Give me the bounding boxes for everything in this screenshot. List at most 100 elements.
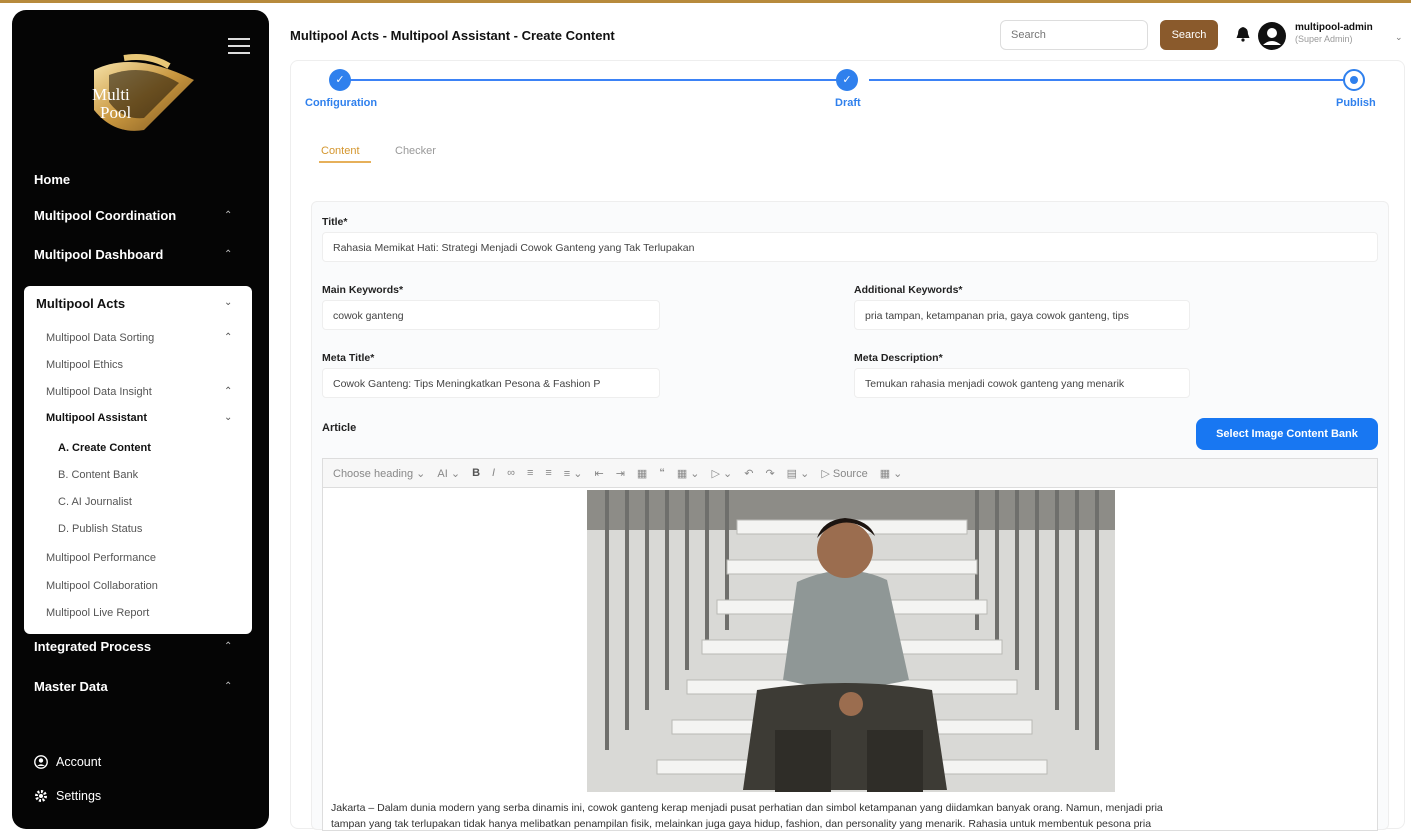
top-accent-line [0, 0, 1411, 3]
indent-icon[interactable]: ⇥ [616, 467, 625, 480]
main-keywords-label: Main Keywords* [322, 284, 404, 296]
nav-home[interactable]: Home [34, 172, 70, 187]
tab-content[interactable]: Content [321, 145, 360, 157]
heading-select-label: Choose heading [333, 467, 414, 480]
link-icon[interactable]: ∞ [507, 467, 515, 479]
meta-description-label: Meta Description* [854, 352, 943, 364]
content-form: Title* Rahasia Memikat Hati: Strategi Me… [311, 201, 1389, 831]
nav-integrated-process[interactable]: Integrated Process [34, 639, 151, 654]
user-role: (Super Admin) [1295, 34, 1353, 44]
main-keywords-field[interactable]: cowok ganteng [322, 300, 660, 330]
table-icon[interactable]: ▦ ⌄ [677, 467, 700, 480]
search-input[interactable] [1000, 20, 1148, 50]
chevron-down-icon[interactable]: ⌄ [224, 412, 232, 423]
article-label: Article [322, 422, 357, 434]
article-body[interactable]: Jakarta – Dalam dunia modern yang serba … [331, 800, 1351, 832]
sidebar-item-ai-journalist[interactable]: C. AI Journalist [58, 496, 132, 508]
account-icon [34, 755, 48, 769]
svg-text:Pool: Pool [100, 103, 131, 122]
chevron-up-icon[interactable]: ⌃ [224, 681, 232, 692]
page-title: Multipool Acts - Multipool Assistant - C… [290, 28, 615, 43]
nav-multipool-coordination[interactable]: Multipool Coordination [34, 208, 176, 223]
hamburger-menu-icon[interactable] [228, 38, 250, 54]
sidebar-item-create-content[interactable]: A. Create Content [58, 442, 151, 454]
sidebar-item-performance[interactable]: Multipool Performance [46, 552, 156, 564]
sidebar-item-data-insight[interactable]: Multipool Data Insight [46, 386, 152, 398]
user-name[interactable]: multipool-admin [1295, 22, 1373, 33]
submenu-multipool-acts: Multipool Acts ⌄ Multipool Data Sorting … [24, 286, 252, 634]
bulleted-list-icon[interactable]: ≡ [527, 467, 533, 479]
article-photo[interactable] [587, 490, 1115, 792]
step-publish-indicator[interactable] [1343, 69, 1365, 91]
meta-title-field[interactable]: Cowok Ganteng: Tips Meningkatkan Pesona … [322, 368, 660, 398]
step-label-publish[interactable]: Publish [1336, 97, 1376, 109]
nav-master-data[interactable]: Master Data [34, 679, 108, 694]
italic-icon[interactable]: I [492, 467, 495, 479]
chevron-down-icon[interactable]: ⌄ [1395, 32, 1403, 43]
sidebar-item-collaboration[interactable]: Multipool Collaboration [46, 580, 158, 592]
numbered-list-icon[interactable]: ≡ [545, 467, 551, 479]
nav-multipool-dashboard[interactable]: Multipool Dashboard [34, 247, 163, 262]
heading-select[interactable]: Choose heading ⌄ [333, 467, 425, 480]
nav-multipool-acts[interactable]: Multipool Acts [36, 296, 125, 311]
title-field[interactable]: Rahasia Memikat Hati: Strategi Menjadi C… [322, 232, 1378, 262]
settings-link[interactable]: Settings [34, 789, 101, 803]
avatar[interactable] [1258, 22, 1286, 50]
select-image-content-bank-button[interactable]: Select Image Content Bank [1196, 418, 1378, 450]
chevron-up-icon[interactable]: ⌃ [224, 249, 232, 260]
align-icon[interactable]: ≡ ⌄ [564, 467, 583, 480]
stepper-line [869, 79, 1345, 81]
step-label-draft[interactable]: Draft [835, 97, 861, 109]
article-editor[interactable]: Jakarta – Dalam dunia modern yang serba … [322, 488, 1378, 831]
source-button[interactable]: ▷ Source [821, 467, 867, 480]
sidebar-item-ethics[interactable]: Multipool Ethics [46, 359, 123, 371]
article-paragraph-line: tampan yang tak terlupakan tidak hanya m… [331, 818, 1152, 830]
user-icon [1263, 28, 1281, 45]
title-label: Title* [322, 216, 348, 228]
additional-keywords-field[interactable]: pria tampan, ketampanan pria, gaya cowok… [854, 300, 1190, 330]
account-label: Account [56, 755, 102, 769]
account-link[interactable]: Account [34, 755, 101, 769]
sidebar-item-assistant[interactable]: Multipool Assistant [46, 412, 147, 424]
sidebar-item-live-report[interactable]: Multipool Live Report [46, 607, 149, 619]
font-size-icon[interactable]: AI ⌄ [437, 467, 460, 480]
stepper-line [339, 79, 853, 81]
sidebar: Multi Pool Home Multipool Coordination ⌃… [12, 10, 269, 829]
chevron-up-icon[interactable]: ⌃ [224, 641, 232, 652]
blockquote-icon[interactable]: “ [659, 467, 665, 479]
sidebar-item-content-bank[interactable]: B. Content Bank [58, 469, 138, 481]
multipool-logo: Multi Pool [92, 54, 194, 131]
sidebar-item-data-sorting[interactable]: Multipool Data Sorting [46, 332, 154, 344]
step-draft-check-icon[interactable]: ✓ [836, 69, 858, 91]
step-label-configuration[interactable]: Configuration [305, 97, 377, 109]
undo-icon[interactable]: ↶ [744, 467, 753, 480]
chevron-down-icon[interactable]: ⌄ [224, 297, 232, 308]
tab-checker[interactable]: Checker [395, 145, 436, 157]
html-embed-icon[interactable]: ▤ ⌄ [787, 467, 810, 480]
media-embed-icon[interactable]: ▷ ⌄ [712, 467, 733, 480]
step-configuration-check-icon[interactable]: ✓ [329, 69, 351, 91]
meta-title-label: Meta Title* [322, 352, 375, 364]
redo-icon[interactable]: ↷ [765, 467, 774, 480]
main-card: ✓ ✓ Configuration Draft Publish Content … [290, 60, 1405, 831]
search-button[interactable]: Search [1160, 20, 1218, 50]
bold-icon[interactable]: B [472, 467, 480, 479]
editor-toolbar: Choose heading ⌄ AI ⌄ B I ∞ ≡ ≡ ≡ ⌄ ⇤ ⇥ … [322, 458, 1378, 488]
insert-image-dropdown-icon[interactable]: ▦ ⌄ [880, 467, 903, 480]
bell-icon[interactable] [1235, 26, 1251, 42]
logo-wordmark: Multi [92, 85, 130, 104]
meta-description-field[interactable]: Temukan rahasia menjadi cowok ganteng ya… [854, 368, 1190, 398]
insert-image-icon[interactable]: ▦ [637, 467, 647, 480]
article-paragraph-line: Jakarta – Dalam dunia modern yang serba … [331, 802, 1163, 814]
gear-icon [35, 790, 47, 802]
outdent-icon[interactable]: ⇤ [594, 467, 603, 480]
top-header: Multipool Acts - Multipool Assistant - C… [275, 8, 1411, 60]
source-label: Source [832, 467, 868, 480]
settings-label: Settings [56, 789, 102, 803]
additional-keywords-label: Additional Keywords* [854, 284, 963, 296]
chevron-up-icon[interactable]: ⌃ [224, 210, 232, 221]
sidebar-item-publish-status[interactable]: D. Publish Status [58, 523, 142, 535]
chevron-up-icon[interactable]: ⌃ [224, 332, 232, 343]
tab-active-underline [319, 161, 371, 163]
chevron-up-icon[interactable]: ⌃ [224, 386, 232, 397]
